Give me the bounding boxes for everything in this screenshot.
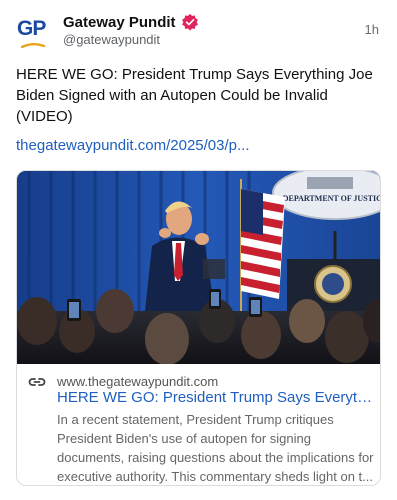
account-name-row: Gateway Pundit [63,12,199,32]
account-name[interactable]: Gateway Pundit [63,14,176,31]
description-line: documents, raising questions about the i… [57,450,374,465]
post-timestamp[interactable]: 1h [365,22,379,37]
preview-description: In a recent statement, President Trump c… [57,410,375,485]
avatar[interactable]: GP [16,16,50,50]
verified-badge-icon [181,13,198,31]
link-icon [28,378,46,386]
post-text: HERE WE GO: President Trump Says Everyth… [16,66,373,125]
preview-image[interactable]: DEPARTMENT OF JUSTICE [17,171,381,364]
description-line: executive authority. This commentary she… [57,469,373,484]
preview-domain: www.thegatewaypundit.com [57,374,219,389]
preview-meta[interactable]: www.thegatewaypundit.com HERE WE GO: Pre… [17,364,380,485]
avatar-logo-text: GP [17,17,46,40]
link-preview-card[interactable]: DEPARTMENT OF JUSTICE www.thegatewaypund… [16,170,381,486]
logo-swoosh-icon [21,43,45,49]
post-link[interactable]: thegatewaypundit.com/2025/03/p... [16,137,381,154]
description-line: In a recent statement, President Trump c… [57,412,334,427]
seal-text: DEPARTMENT OF JUSTICE [283,194,381,203]
preview-title[interactable]: HERE WE GO: President Trump Says Everyth… [57,389,375,406]
post-header: GP Gateway Pundit @gatewaypundit 1h [16,10,381,54]
description-line: President Biden's use of autopen for sig… [57,431,311,446]
preview-photo: DEPARTMENT OF JUSTICE [17,171,381,364]
account-handle[interactable]: @gatewaypundit [63,32,160,47]
